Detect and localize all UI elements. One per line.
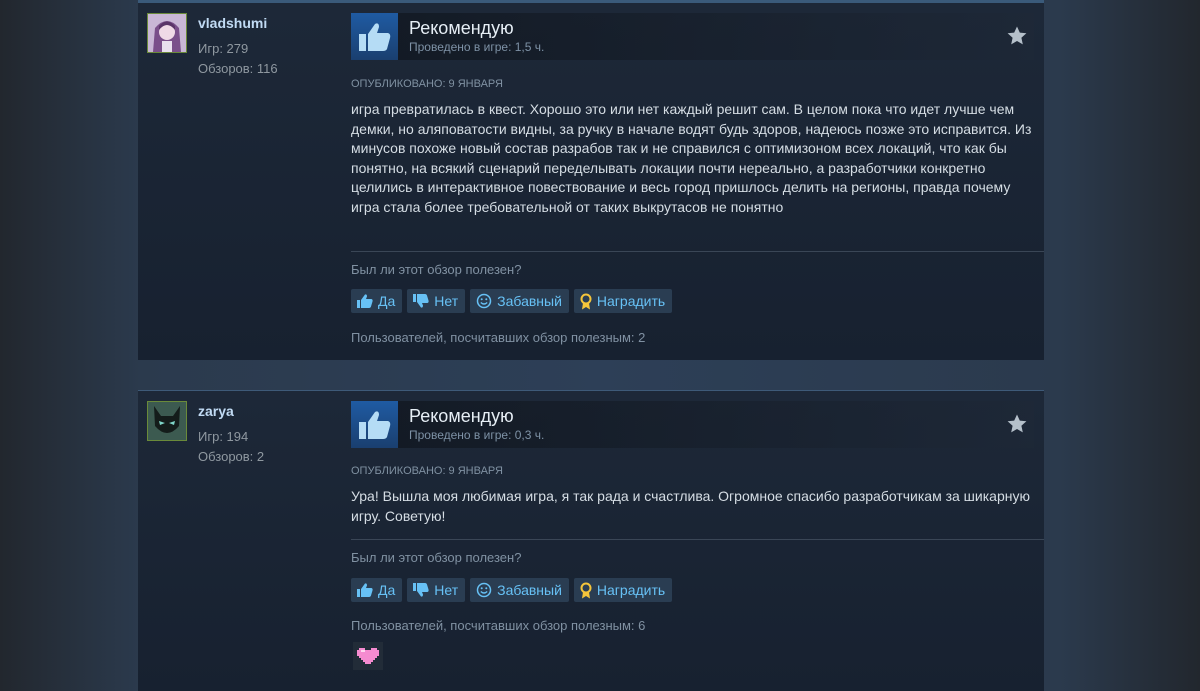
playtime: Проведено в игре: 0,3 ч. xyxy=(409,428,545,442)
reviews-count[interactable]: Обзоров: 2 xyxy=(198,449,264,464)
thumbs-down-icon xyxy=(413,583,429,597)
smiley-icon xyxy=(476,582,492,598)
games-owned[interactable]: Игр: 279 xyxy=(198,41,248,56)
review-text: Ура! Вышла моя любимая игра, я так рада … xyxy=(351,488,1030,524)
vote-funny-button[interactable]: Забавный xyxy=(470,289,569,313)
award-button[interactable]: Наградить xyxy=(573,578,673,602)
vote-funny-label: Забавный xyxy=(497,293,562,309)
avatar[interactable] xyxy=(147,401,187,441)
award-ribbon-icon xyxy=(580,293,592,310)
award-button[interactable]: Наградить xyxy=(573,289,673,313)
author-name[interactable]: zarya xyxy=(198,403,234,419)
vote-no-button[interactable]: Нет xyxy=(407,289,466,313)
helpful-question: Был ли этот обзор полезен? xyxy=(351,262,522,277)
thumbs-up-icon xyxy=(357,294,373,308)
vote-header[interactable]: Рекомендую Проведено в игре: 1,5 ч. xyxy=(351,13,1034,60)
vote-no-label: Нет xyxy=(434,582,459,598)
award-ribbon-icon xyxy=(580,582,592,599)
playtime: Проведено в игре: 1,5 ч. xyxy=(409,40,545,54)
helpful-question: Был ли этот обзор полезен? xyxy=(351,550,522,565)
vote-yes-button[interactable]: Да xyxy=(351,578,403,602)
thumbs-up-icon xyxy=(357,583,373,597)
review-content: Рекомендую Проведено в игре: 1,5 ч. ОПУБ… xyxy=(351,13,1044,345)
vote-header[interactable]: Рекомендую Проведено в игре: 0,3 ч. xyxy=(351,401,1034,448)
divider xyxy=(351,539,1044,540)
vote-no-label: Нет xyxy=(434,293,459,309)
review-card: zarya Игр: 194 Обзоров: 2 Рекомендую Про… xyxy=(138,390,1044,691)
smiley-icon xyxy=(476,293,492,309)
star-award-icon[interactable] xyxy=(1006,413,1028,435)
rating-buttons: Да Нет Забавный Наградить xyxy=(351,578,673,602)
vote-funny-label: Забавный xyxy=(497,582,562,598)
verdict-title: Рекомендую xyxy=(409,406,514,426)
avatar[interactable] xyxy=(147,13,187,53)
verdict-title: Рекомендую xyxy=(409,18,514,38)
found-helpful-count: Пользователей, посчитавших обзор полезны… xyxy=(351,330,646,345)
rating-buttons: Да Нет Забавный Наградить xyxy=(351,289,673,313)
divider xyxy=(351,251,1044,252)
thumbs-up-icon xyxy=(351,401,398,448)
vote-no-button[interactable]: Нет xyxy=(407,578,466,602)
vote-funny-button[interactable]: Забавный xyxy=(470,578,569,602)
thumbs-up-icon xyxy=(351,13,398,60)
review-card: vladshumi Игр: 279 Обзоров: 116 Рекоменд… xyxy=(138,3,1044,360)
vote-yes-label: Да xyxy=(378,582,396,598)
reviews-count[interactable]: Обзоров: 116 xyxy=(198,61,278,76)
review-content: Рекомендую Проведено в игре: 0,3 ч. ОПУБ… xyxy=(351,401,1044,670)
games-owned[interactable]: Игр: 194 xyxy=(198,429,248,444)
vote-yes-button[interactable]: Да xyxy=(351,289,403,313)
posted-date: ОПУБЛИКОВАНО: 9 ЯНВАРЯ xyxy=(351,465,503,477)
thumbs-down-icon xyxy=(413,294,429,308)
author-name[interactable]: vladshumi xyxy=(198,15,267,31)
award-label: Наградить xyxy=(596,582,666,598)
posted-date: ОПУБЛИКОВАНО: 9 ЯНВАРЯ xyxy=(351,78,503,90)
vote-yes-label: Да xyxy=(378,293,396,309)
found-helpful-count: Пользователей, посчитавших обзор полезны… xyxy=(351,618,646,633)
star-award-icon[interactable] xyxy=(1006,25,1028,47)
pixel-heart-icon[interactable] xyxy=(353,642,383,670)
review-text: игра превратилась в квест. Хорошо это ил… xyxy=(351,101,1032,215)
award-label: Наградить xyxy=(596,293,666,309)
